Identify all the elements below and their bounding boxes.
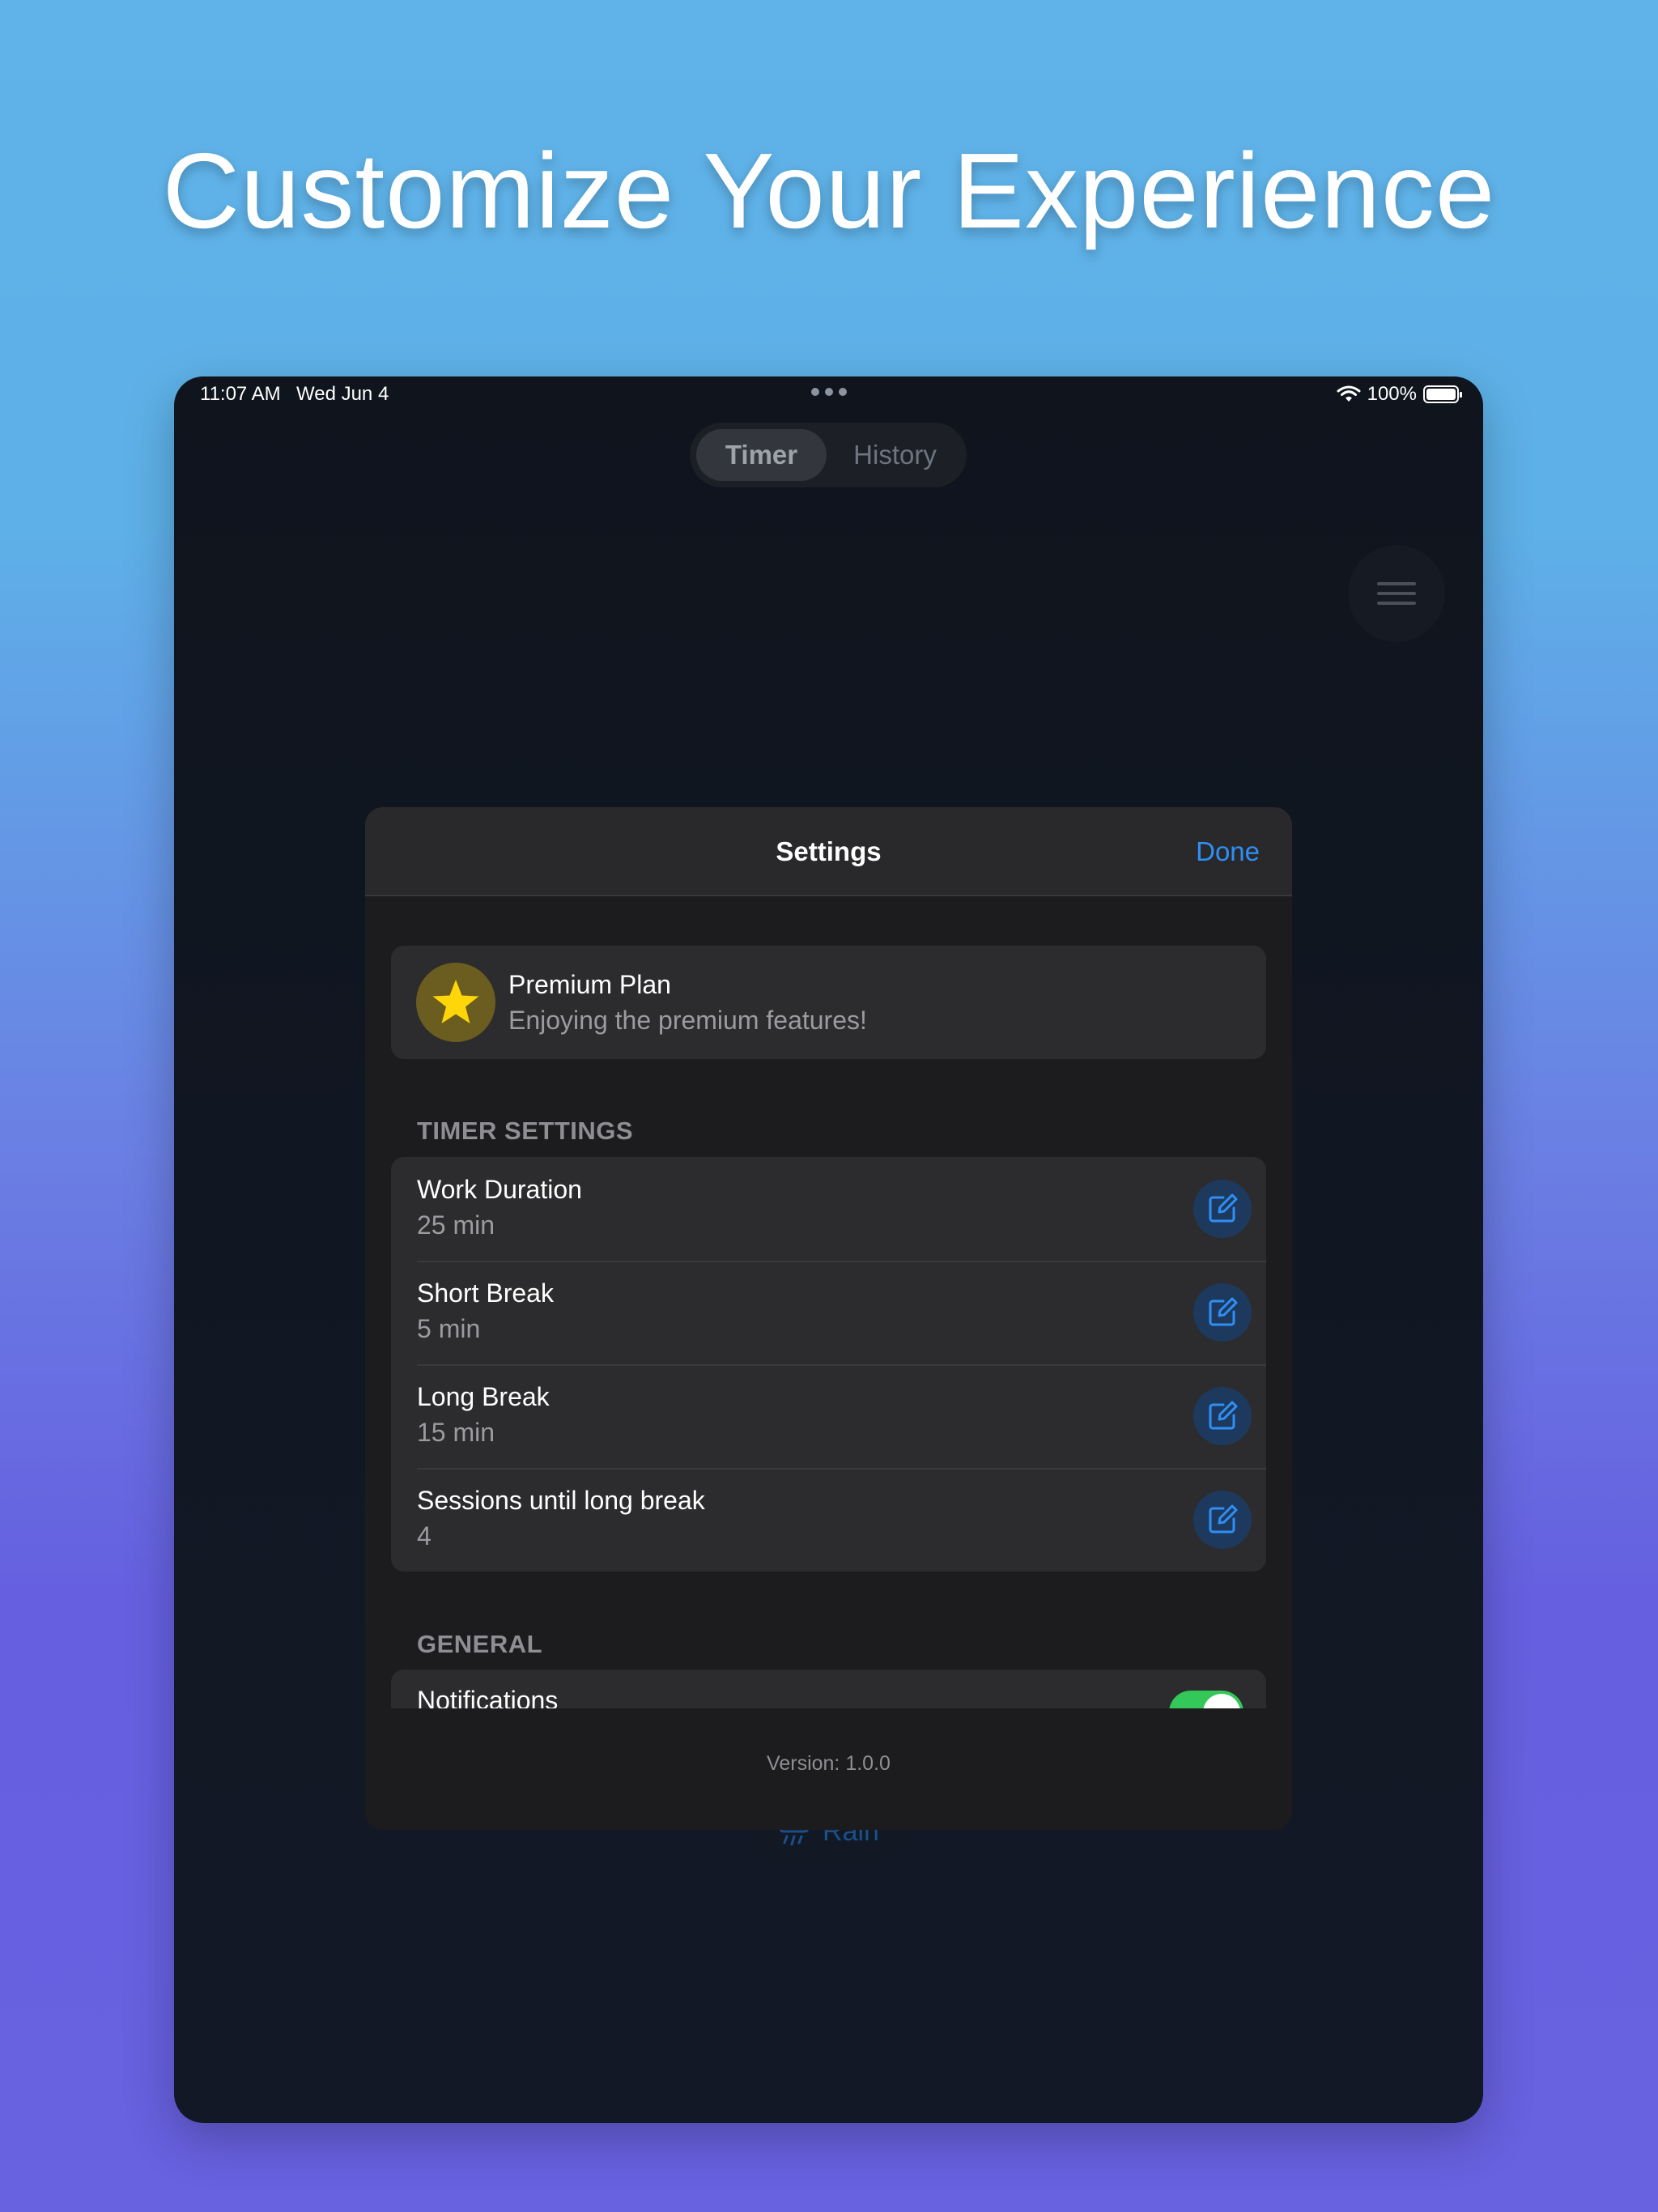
setting-label: Short Break: [417, 1278, 554, 1308]
multitasking-dots-icon[interactable]: [811, 388, 847, 396]
setting-value: 25 min: [417, 1210, 495, 1240]
settings-scroll-area[interactable]: Premium Plan Enjoying the premium featur…: [365, 896, 1292, 1708]
premium-title: Premium Plan: [508, 970, 671, 999]
setting-label: Sessions until long break: [417, 1486, 705, 1515]
setting-value: 4: [417, 1521, 432, 1551]
setting-value: 15 min: [417, 1418, 495, 1447]
setting-label: Work Duration: [417, 1175, 582, 1204]
setting-value: 5 min: [417, 1314, 481, 1343]
setting-row-short-break[interactable]: Short Break 5 min: [391, 1261, 1266, 1364]
setting-label: Long Break: [417, 1382, 550, 1411]
sheet-title: Settings: [776, 836, 882, 866]
setting-row-notifications[interactable]: Notifications: [391, 1670, 1266, 1708]
edit-button[interactable]: [1193, 1491, 1252, 1549]
done-button[interactable]: Done: [1196, 836, 1260, 867]
edit-icon: [1209, 1401, 1238, 1430]
notifications-toggle[interactable]: [1169, 1691, 1244, 1708]
section-header-timer-settings: TIMER SETTINGS: [417, 1117, 634, 1145]
menu-icon: [1377, 582, 1416, 585]
tab-history[interactable]: History: [830, 429, 960, 481]
edit-button[interactable]: [1193, 1387, 1252, 1445]
setting-label: Notifications: [417, 1686, 559, 1708]
premium-card[interactable]: Premium Plan Enjoying the premium featur…: [391, 946, 1266, 1059]
status-bar: 11:07 AM Wed Jun 4 100%: [174, 376, 1483, 425]
settings-sheet: Settings Done Premium Plan Enjoying the …: [365, 807, 1292, 1830]
wifi-icon: [1337, 385, 1361, 402]
status-time: 11:07 AM: [200, 383, 281, 405]
status-right: 100%: [1337, 383, 1462, 406]
view-switcher: Timer History: [690, 423, 967, 487]
setting-row-sessions-until-long-break[interactable]: Sessions until long break 4: [391, 1468, 1266, 1572]
edit-button[interactable]: [1193, 1180, 1252, 1238]
edit-button[interactable]: [1193, 1283, 1252, 1342]
battery-icon: [1423, 385, 1462, 403]
status-date: Wed Jun 4: [296, 383, 389, 405]
headline: Customize Your Experience: [162, 131, 1496, 250]
setting-row-work-duration[interactable]: Work Duration 25 min: [391, 1157, 1266, 1261]
star-icon: [432, 980, 479, 1023]
setting-row-long-break[interactable]: Long Break 15 min: [391, 1364, 1266, 1468]
edit-icon: [1209, 1504, 1238, 1534]
sheet-header: Settings Done: [365, 807, 1292, 896]
edit-icon: [1209, 1193, 1238, 1223]
device-screen: 11:07 AM Wed Jun 4 100% Timer History Ra…: [174, 376, 1483, 2123]
edit-icon: [1209, 1297, 1238, 1326]
menu-button[interactable]: [1348, 545, 1445, 642]
battery-percentage: 100%: [1367, 383, 1417, 405]
version-label: Version: 1.0.0: [767, 1752, 891, 1775]
general-group: Notifications: [391, 1670, 1266, 1708]
tab-timer[interactable]: Timer: [696, 429, 827, 481]
timer-settings-group: Work Duration 25 min Short Break 5 min L…: [391, 1157, 1266, 1572]
premium-subtitle: Enjoying the premium features!: [508, 1006, 867, 1035]
premium-badge: [416, 963, 495, 1042]
section-header-general: GENERAL: [417, 1630, 543, 1658]
